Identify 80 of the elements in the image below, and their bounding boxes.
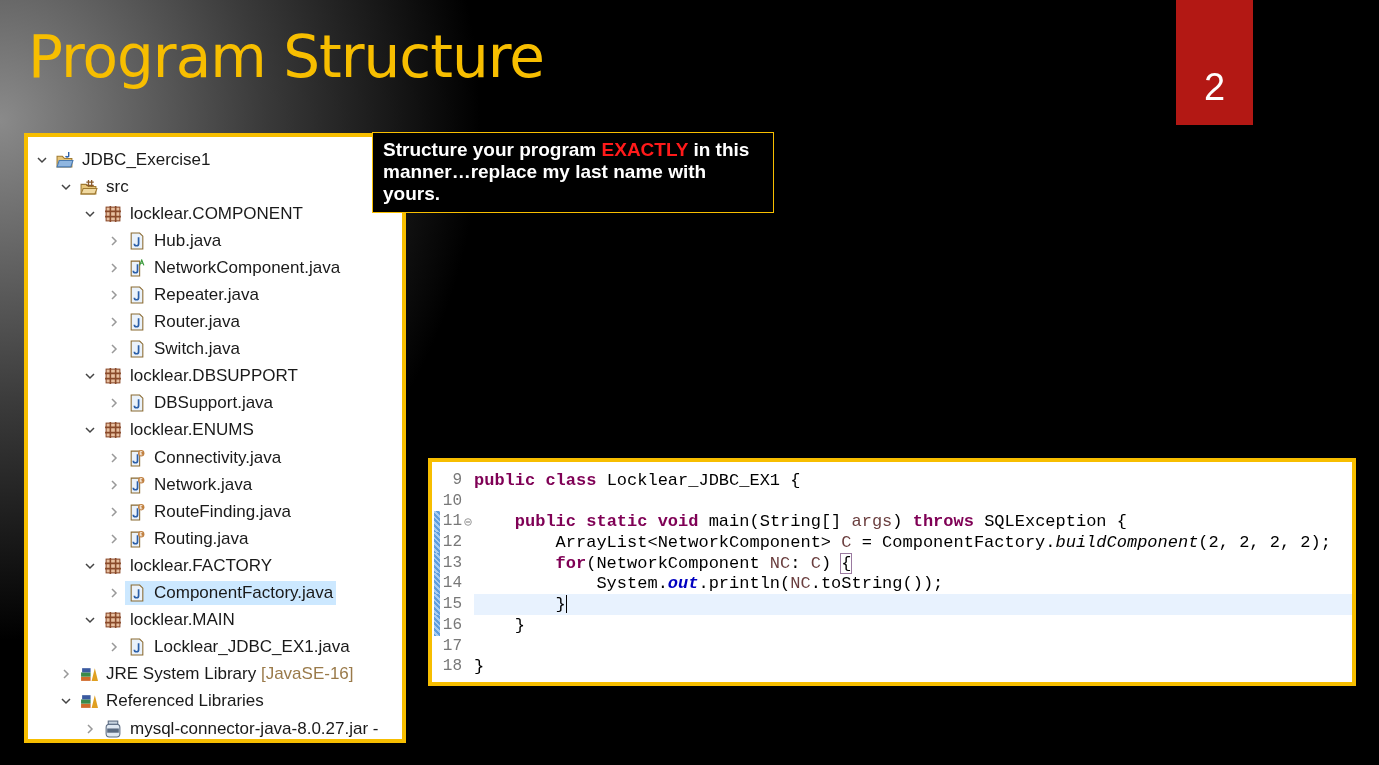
expand-chevron-icon[interactable] (108, 478, 120, 491)
expand-chevron-icon[interactable] (108, 532, 120, 545)
tree-item[interactable]: locklear.ENUMS (101, 418, 257, 443)
code-line: public class Locklear_JDBC_EX1 { (474, 470, 801, 490)
line-number: 17 (441, 635, 462, 657)
code-line: ArrayList<NetworkComponent> C = ComponentFactory.buildComponent(2, 2, 2, 2); (554, 532, 1331, 552)
tree-item[interactable]: locklear.FACTORY (101, 553, 276, 578)
expand-chevron-icon[interactable] (84, 722, 96, 735)
line-number: 10 (441, 490, 462, 512)
tree-item[interactable]: Referenced Libraries (77, 689, 267, 714)
expand-chevron-icon[interactable] (108, 234, 120, 247)
java-enum-file-icon (128, 448, 146, 467)
java-file-icon (128, 258, 146, 277)
library-books-icon (80, 665, 98, 684)
tree-item[interactable]: Locklear_JDBC_EX1.java (125, 635, 353, 660)
expand-chevron-icon[interactable] (108, 397, 120, 410)
tree-item[interactable]: locklear.MAIN (101, 608, 238, 633)
tree-item[interactable]: JDBC_Exercise1 (53, 147, 214, 172)
expand-chevron-icon[interactable] (108, 316, 120, 329)
project-folder-icon (56, 150, 74, 169)
tree-item[interactable]: src (77, 174, 132, 199)
expand-chevron-icon[interactable] (108, 261, 120, 274)
package-icon (104, 367, 122, 386)
tree-item[interactable]: Hub.java (125, 228, 225, 253)
java-file-icon (128, 286, 146, 304)
tree-item[interactable]: locklear.COMPONENT (101, 201, 306, 226)
java-file-icon (128, 638, 146, 657)
tree-item[interactable]: Network.java (125, 472, 256, 497)
line-number: 16 (441, 614, 462, 636)
expand-chevron-icon[interactable] (108, 289, 120, 301)
line-number: 14 (441, 573, 462, 595)
tree-item[interactable]: DBSupport.java (125, 391, 277, 416)
package-icon (104, 611, 122, 630)
tree-item[interactable]: Routing.java (125, 526, 252, 551)
line-number: 18 (441, 656, 462, 677)
library-books-icon (80, 692, 98, 711)
jar-icon (104, 719, 122, 738)
line-number: 13 (441, 552, 462, 574)
code-line: } (513, 615, 525, 635)
package-icon (104, 421, 122, 440)
slide-number: 2 (1176, 0, 1253, 125)
code-line: public static void main(String[] args) throws SQLException { (513, 512, 1127, 532)
package-icon (104, 204, 122, 223)
java-enum-file-icon (128, 475, 146, 494)
tree-item[interactable]: JRE System Library [JavaSE-16] (77, 662, 357, 687)
tree-item[interactable]: RouteFinding.java (125, 499, 295, 524)
package-icon (104, 556, 122, 575)
tree-item[interactable]: Router.java (125, 310, 243, 335)
tree-item[interactable]: mysql-connector-java-8.0.27.jar - (101, 716, 382, 739)
fold-toggle-icon[interactable] (464, 517, 472, 526)
source-folder-icon (80, 177, 98, 196)
expand-chevron-icon[interactable] (60, 668, 72, 681)
code-line: } (474, 657, 485, 677)
java-file-icon (128, 340, 146, 359)
java-file-icon (128, 231, 146, 250)
java-file-icon (128, 313, 146, 332)
tree-item[interactable]: ComponentFactory.java (125, 581, 337, 606)
java-enum-file-icon (128, 502, 146, 521)
expand-chevron-icon[interactable] (108, 641, 120, 654)
line-number: 12 (441, 532, 462, 553)
tree-item[interactable]: NetworkComponent.java (125, 255, 344, 280)
expand-chevron-icon[interactable] (108, 451, 120, 464)
expand-chevron-icon[interactable] (108, 343, 120, 356)
code-line: for(NetworkComponent NC: C) { (554, 553, 852, 573)
java-file-icon (128, 394, 146, 413)
tree-item[interactable]: Repeater.java (125, 283, 262, 307)
line-number: 9 (451, 470, 462, 491)
java-file-icon (128, 584, 146, 603)
code-line: } (554, 594, 567, 614)
expand-chevron-icon[interactable] (108, 587, 120, 600)
code-line: System.out.println(NC.toString()); (595, 574, 944, 594)
callout-text: Structure your program EXACTLY in this manner…replace my last name with yours. (383, 139, 751, 205)
tree-item[interactable]: Connectivity.java (125, 445, 285, 470)
line-number: 11 (441, 511, 462, 533)
slide-title: Program Structure (28, 22, 545, 92)
tree-item[interactable]: locklear.DBSUPPORT (101, 364, 301, 389)
tree-item[interactable]: Switch.java (125, 337, 243, 362)
java-enum-file-icon (128, 529, 146, 548)
line-number: 15 (441, 594, 462, 615)
expand-chevron-icon[interactable] (108, 505, 120, 518)
